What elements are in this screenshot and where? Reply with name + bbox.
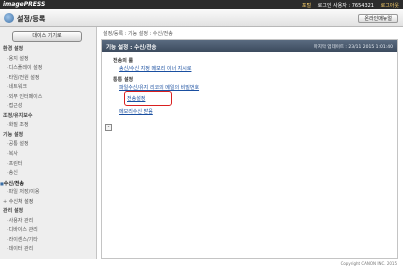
link-transfer-memory[interactable]: 송신/수신 지정 메모리 이너 지시로 [119, 65, 191, 72]
settings-globe-icon [4, 13, 14, 23]
page-title: 설정/등록 [17, 14, 46, 23]
sidebar-item[interactable]: 외부 인터페이스 [0, 93, 97, 103]
sidebar-item[interactable]: 용지 설정 [0, 55, 97, 65]
collapse-button[interactable]: - [105, 124, 112, 131]
last-update: 마지막 업데이트 : 23/11 2015 1:01:40 [313, 44, 393, 50]
back-to-device-button[interactable]: 대이스 기기로 [12, 31, 82, 42]
sidebar-item[interactable]: 수신/전송 [0, 179, 97, 189]
sidebar-item[interactable]: 파일 저장/이용 [0, 188, 97, 198]
sidebar-section-header: 조정/유지보수 [3, 112, 33, 119]
breadcrumb: 설정/등록 : 기능 설정 : 수신/전송 [103, 31, 173, 37]
sidebar-item[interactable]: 데이터 관리 [0, 245, 97, 255]
online-manual-button[interactable]: 온라인매뉴얼 [358, 14, 398, 23]
sidebar-item[interactable]: 디바이스 관리 [0, 226, 97, 236]
sidebar-item[interactable]: 화질 조정 [0, 121, 97, 131]
settings-panel: 기능 설정 : 수신/전송 마지막 업데이트 : 23/11 2015 1:01… [101, 39, 398, 259]
sidebar-item[interactable]: 디스플레이 설정 [0, 64, 97, 74]
sidebar: 대이스 기기로 환경 설정용지 설정디스플레이 설정타임/전원 설정네트워크외부… [0, 27, 97, 259]
link-file-receive-password[interactable]: 파일수신/유지 리코의 메일의 비밀번호 [119, 84, 199, 91]
sidebar-item[interactable]: 복사 [0, 150, 97, 160]
logged-in-user: 로그인 사용자 : 7654321 [317, 2, 374, 9]
sidebar-menu: 환경 설정용지 설정디스플레이 설정타임/전원 설정네트워크외부 인터페이스접근… [0, 45, 97, 255]
copyright: Copyright CANON INC. 2015 [340, 261, 397, 266]
sidebar-section-header: 환경 설정 [3, 46, 24, 52]
title-bar: 설정/등록 온라인매뉴얼 [0, 9, 403, 27]
sidebar-item[interactable]: 송신 [0, 169, 97, 179]
panel-title: 기능 설정 : 수신/전송 [106, 45, 157, 51]
sidebar-item[interactable]: 접근성 [0, 102, 97, 112]
link-transfer-settings[interactable]: 전송설정 [127, 95, 145, 102]
top-links: 포털 로그인 사용자 : 7654321 로그아웃 [297, 2, 399, 9]
sidebar-section-header: 기능 설정 [3, 131, 24, 138]
group-title-transfer-rules: 전송의 룰 [113, 58, 134, 64]
top-bar: imagePRESS 포털 로그인 사용자 : 7654321 로그아웃 [0, 0, 403, 9]
sidebar-item[interactable]: 라이센스/기타 [0, 236, 97, 246]
sidebar-item[interactable]: 공통 설정 [0, 140, 97, 150]
sidebar-section-header: 관리 설정 [3, 208, 24, 215]
group-title-common: 통통 설정 [113, 77, 134, 83]
sidebar-item[interactable]: 네트워크 [0, 83, 97, 93]
brand-logo: imagePRESS [3, 1, 46, 8]
logout-link[interactable]: 로그아웃 [381, 3, 399, 9]
panel-header: 기능 설정 : 수신/전송 마지막 업데이트 : 23/11 2015 1:01… [102, 40, 397, 52]
link-memory-receive[interactable]: 메모리수신 받음 [119, 108, 153, 115]
portal-link[interactable]: 포털 [302, 3, 311, 9]
sidebar-item[interactable]: 프린터 [0, 160, 97, 170]
sidebar-item[interactable]: 사용자 관리 [0, 217, 97, 227]
sidebar-item[interactable]: 타임/전원 설정 [0, 74, 97, 84]
sidebar-item[interactable]: 수신처 설정 [0, 198, 97, 208]
